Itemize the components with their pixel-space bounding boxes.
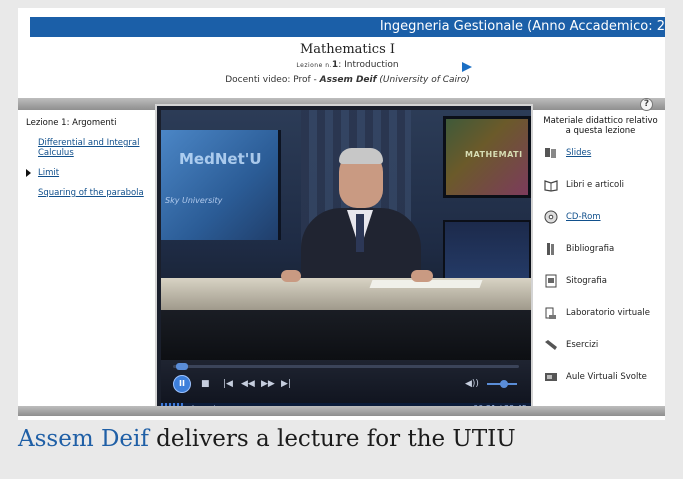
lesson-line: Lezione n.1: Introduction — [30, 58, 665, 73]
video-logo-sub: Sky University — [165, 196, 223, 205]
pause-button[interactable]: II — [173, 375, 191, 393]
topics-title: Lezione 1: Argomenti — [26, 118, 117, 128]
resource-label: Libri e articoli — [566, 180, 624, 190]
classroom-icon — [545, 373, 557, 381]
lesson-name: : Introduction — [338, 60, 399, 70]
studio-screen-lower — [443, 220, 531, 280]
program-title-bar: Ingegneria Gestionale (Anno Accademico: … — [30, 17, 665, 37]
course-title: Mathematics I — [299, 42, 396, 57]
resource-sitography[interactable]: Sitografia — [540, 274, 661, 306]
video-screen-text: MATHEMATI — [465, 150, 523, 159]
previous-button[interactable]: |◀ — [223, 377, 233, 391]
volume-knob[interactable] — [500, 380, 508, 388]
lecture-page: Ingegneria Gestionale (Anno Accademico: … — [18, 8, 665, 420]
stop-button[interactable]: ■ — [201, 377, 210, 391]
resource-label: Bibliografia — [566, 244, 615, 254]
resource-slides[interactable]: Slides — [540, 146, 661, 178]
resource-bibliography[interactable]: Bibliografia — [540, 242, 661, 274]
docenti-line: Docenti video: Prof - Assem Deif (Univer… — [30, 73, 665, 87]
video-logo: MedNet'U — [179, 150, 262, 168]
seek-knob[interactable] — [176, 363, 189, 370]
resource-books[interactable]: Libri e articoli — [540, 178, 661, 210]
resource-exercises[interactable]: Esercizi — [540, 338, 661, 370]
player-controls: II ■ |◀ ◀◀ ▶▶ ▶| ◀)) — [161, 360, 531, 403]
caption-name: Assem Deif — [18, 426, 149, 452]
slides-icon — [545, 148, 556, 158]
play-arrow-icon[interactable] — [462, 62, 472, 72]
video-player: MedNet'U Sky University MATHEMATI II ■ |… — [155, 104, 533, 415]
next-button[interactable]: ▶| — [281, 377, 291, 391]
exercise-icon — [545, 340, 557, 350]
lecturer-tie — [356, 214, 364, 252]
resource-label: Sitografia — [566, 276, 607, 286]
image-caption: Assem Deif delivers a lecture for the UT… — [18, 424, 516, 454]
resource-label[interactable]: CD-Rom — [566, 212, 601, 222]
book-icon — [544, 180, 558, 192]
materials-panel: Materiale didattico relativo a questa le… — [536, 112, 665, 404]
topic-link-calculus[interactable]: Differential and Integral Calculus — [38, 138, 150, 158]
resource-label: Esercizi — [566, 340, 599, 350]
lesson-prefix: Lezione n. — [296, 62, 332, 69]
resource-classrooms[interactable]: Aule Virtuali Svolte — [540, 370, 661, 402]
bibliography-icon — [547, 243, 554, 255]
professor-name: Assem Deif — [319, 75, 377, 85]
lecturer-hand-right — [411, 270, 433, 282]
topic-link-parabola[interactable]: Squaring of the parabola — [38, 188, 150, 198]
help-icon[interactable]: ? — [640, 98, 653, 111]
resource-cdrom[interactable]: CD-Rom — [540, 210, 661, 242]
forward-button[interactable]: ▶▶ — [261, 377, 275, 391]
caption-text: delivers a lecture for the UTIU — [148, 426, 516, 452]
resource-label: Aule Virtuali Svolte — [566, 372, 647, 382]
video-frame[interactable]: MedNet'U Sky University MATHEMATI — [161, 110, 531, 360]
program-title: Ingegneria Gestionale (Anno Accademico: … — [379, 19, 665, 34]
resource-lab[interactable]: Laboratorio virtuale — [540, 306, 661, 338]
docenti-prefix: Docenti video: Prof - — [225, 75, 320, 85]
topic-link-limit[interactable]: Limit — [26, 168, 150, 178]
lecturer-hair — [339, 148, 383, 164]
professor-affiliation: (University of Cairo) — [379, 75, 470, 85]
lecturer-hand-left — [281, 270, 301, 282]
seek-bar[interactable] — [173, 365, 519, 368]
materials-title: Materiale didattico relativo a questa le… — [543, 116, 658, 136]
bottom-divider-bar — [18, 406, 665, 416]
lab-icon — [545, 307, 556, 319]
studio-desk-front — [161, 310, 531, 360]
studio-screen-left — [161, 130, 281, 240]
resource-label: Laboratorio virtuale — [566, 308, 650, 318]
topics-panel: Lezione 1: Argomenti Differential and In… — [22, 112, 154, 404]
course-header: Mathematics I Lezione n.1: Introduction … — [30, 42, 665, 87]
resource-label[interactable]: Slides — [566, 148, 591, 158]
volume-icon[interactable]: ◀)) — [465, 377, 479, 391]
rewind-button[interactable]: ◀◀ — [241, 377, 255, 391]
cd-icon — [544, 210, 558, 224]
sitography-icon — [545, 274, 557, 288]
